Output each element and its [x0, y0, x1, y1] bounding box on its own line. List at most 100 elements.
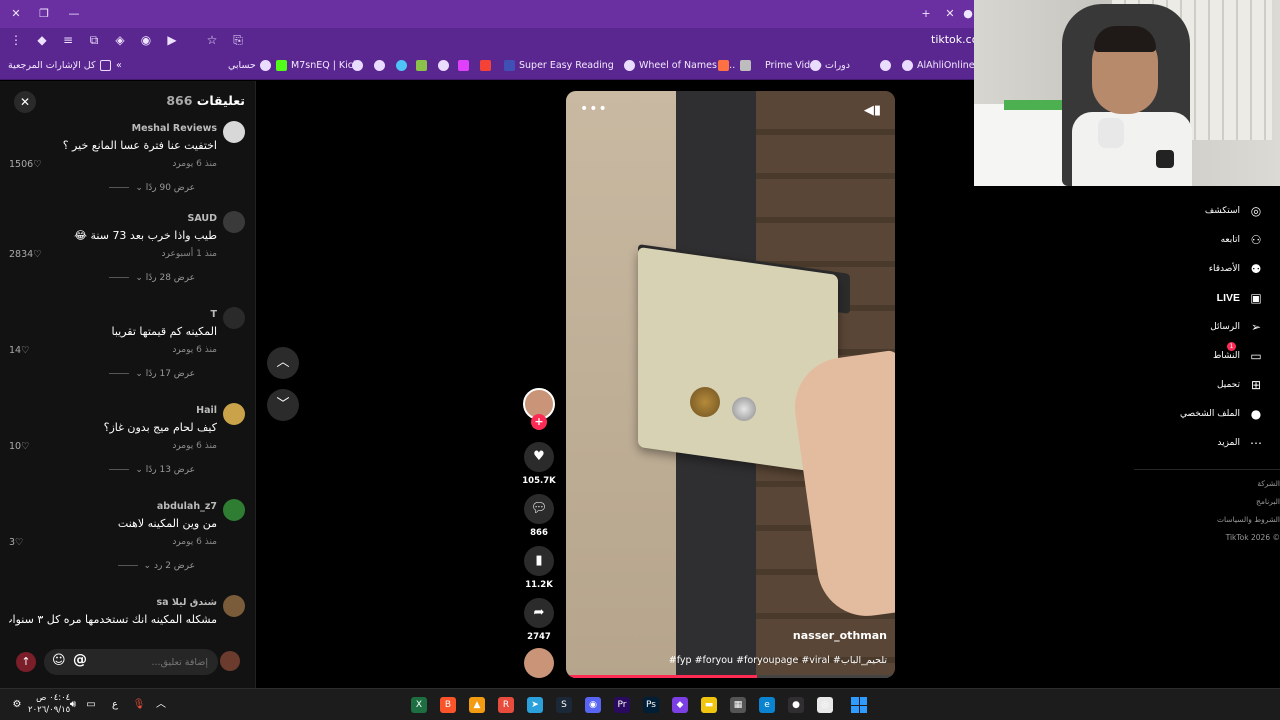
- sidebar-item[interactable]: ▭ النشاط 1: [1213, 342, 1264, 367]
- extension-icon[interactable]: ◈: [112, 32, 128, 48]
- reply-button[interactable]: رد: [172, 537, 181, 547]
- bookmark-icon-only[interactable]: [416, 60, 427, 71]
- video-username[interactable]: nasser_othman: [793, 629, 887, 642]
- comment-like-button[interactable]: 10♡: [9, 441, 30, 452]
- bookmark-star-icon[interactable]: ☆: [204, 32, 220, 48]
- comment-avatar[interactable]: [223, 403, 245, 425]
- photoshop-icon[interactable]: Ps: [643, 697, 659, 713]
- reply-button[interactable]: رد: [172, 159, 181, 169]
- bookmark-icon-only[interactable]: [718, 60, 729, 71]
- comment-like-button[interactable]: 14♡: [9, 345, 30, 356]
- excel-icon[interactable]: X: [411, 697, 427, 713]
- comment-author[interactable]: Hail: [196, 405, 217, 416]
- bookmark-icon-only[interactable]: [458, 60, 469, 71]
- comment-author[interactable]: SAUD: [187, 213, 217, 224]
- comment-author[interactable]: شندق ليلا sa: [156, 597, 217, 608]
- volume-tray-icon[interactable]: 🔊︎: [66, 698, 80, 712]
- input-language[interactable]: ع: [108, 698, 122, 712]
- previous-video-button[interactable]: ︿: [267, 347, 299, 379]
- network-tray-icon[interactable]: ▭: [84, 698, 98, 712]
- comment-author[interactable]: abdulah_z7: [157, 501, 217, 512]
- music-disc-avatar[interactable]: [524, 648, 554, 678]
- footer-link[interactable]: الشركة: [1257, 479, 1280, 488]
- view-replies-button[interactable]: عرض 28 ردًا ⌄: [109, 273, 195, 283]
- sidebar-item[interactable]: ⚉ الأصدقاء: [1209, 258, 1264, 280]
- emoji-icon[interactable]: ☺: [52, 653, 66, 668]
- tray-overflow-icon[interactable]: ︿: [154, 698, 168, 712]
- comment-author[interactable]: Meshal Reviews: [132, 123, 217, 134]
- close-comments-button[interactable]: ✕: [14, 91, 36, 113]
- microphone-tray-icon[interactable]: 🎙︎: [132, 698, 146, 712]
- comment-input[interactable]: [44, 649, 218, 675]
- view-replies-button[interactable]: عرض 2 رد ⌄: [118, 561, 195, 571]
- bookmark-icon-only[interactable]: [352, 60, 363, 71]
- follow-plus-icon[interactable]: +: [531, 414, 547, 430]
- send-comment-button[interactable]: ↑: [16, 652, 36, 672]
- store-icon[interactable]: ▦: [730, 697, 746, 713]
- sidebar-item[interactable]: ● الملف الشخصي: [1180, 403, 1264, 425]
- comment-avatar[interactable]: [223, 499, 245, 521]
- telegram-icon[interactable]: ➤: [527, 697, 543, 713]
- premiere-icon[interactable]: Pr: [614, 697, 630, 713]
- settings-gear-icon[interactable]: ⚙: [10, 698, 24, 712]
- sidebar-item[interactable]: ⋯ المزيد: [1217, 432, 1264, 454]
- bookmark-item[interactable]: دورات: [810, 60, 850, 71]
- comment-like-button[interactable]: 3♡: [9, 537, 24, 548]
- view-replies-button[interactable]: عرض 17 ردًا ⌄: [109, 369, 195, 379]
- obs-icon[interactable]: ●: [788, 697, 804, 713]
- extension-icon[interactable]: ▶: [164, 32, 180, 48]
- bookmark-item[interactable]: حسابي: [228, 60, 271, 71]
- sidebar-item[interactable]: ➢ الرسائل: [1210, 316, 1264, 338]
- next-video-button[interactable]: ﹀: [267, 389, 299, 421]
- new-tab-icon[interactable]: +: [918, 6, 934, 22]
- vlc-icon[interactable]: ▲: [469, 697, 485, 713]
- comment-avatar[interactable]: [223, 307, 245, 329]
- like-button[interactable]: ♥ 105.7K: [522, 442, 556, 486]
- comment-avatar[interactable]: [223, 211, 245, 233]
- sidebar-item[interactable]: ▣ LIVE: [1217, 287, 1264, 309]
- share-button[interactable]: ➦ 2747: [522, 598, 556, 642]
- bookmark-item[interactable]: AlAhliOnline: [902, 60, 975, 71]
- app-purple-icon[interactable]: ◆: [672, 697, 688, 713]
- close-window-icon[interactable]: ✕: [8, 6, 24, 22]
- bookmark-icon-only[interactable]: [396, 60, 407, 71]
- app-red-icon[interactable]: R: [498, 697, 514, 713]
- comment-like-button[interactable]: 1506♡: [9, 159, 42, 170]
- sidebar-item[interactable]: ◎ استكشف: [1205, 200, 1264, 222]
- bookmarks-overflow-icon[interactable]: «: [116, 60, 122, 71]
- menu-dots-icon[interactable]: ⋮: [8, 32, 24, 48]
- footer-link[interactable]: الشروط والسياسات: [1217, 515, 1280, 524]
- bookmark-all[interactable]: كل الإشارات المرجعية: [8, 60, 111, 71]
- chrome-icon[interactable]: ◎: [817, 697, 833, 713]
- restore-window-icon[interactable]: ❐: [36, 6, 52, 22]
- bookmark-item[interactable]: M7snEQ | Kick: [276, 60, 359, 71]
- bookmark-item[interactable]: Super Easy Reading: [504, 60, 614, 71]
- bookmark-icon-only[interactable]: [880, 60, 891, 71]
- minimize-window-icon[interactable]: —: [66, 6, 82, 22]
- sidebar-item[interactable]: ⚇ اتابعه: [1221, 229, 1264, 251]
- extension-icon[interactable]: ◆: [34, 32, 50, 48]
- video-player[interactable]: ••• ◀▮ nasser_othman #fyp #foryou #foryo…: [566, 91, 895, 678]
- footer-link[interactable]: © 2026 TikTok: [1226, 533, 1280, 542]
- tray-clock[interactable]: ٠٤:٠٤ ص ٢٠٢٦/٠٩/١٥: [28, 692, 70, 716]
- mention-icon[interactable]: @: [73, 652, 87, 668]
- sidebar-item[interactable]: ⊞ تحميل: [1217, 374, 1264, 396]
- view-replies-button[interactable]: عرض 13 ردًا ⌄: [109, 465, 195, 475]
- comment-avatar[interactable]: [223, 121, 245, 143]
- close-tab-icon[interactable]: ✕: [942, 6, 958, 22]
- save-button[interactable]: ▮ 11.2K: [522, 546, 556, 590]
- discord-icon[interactable]: ◉: [585, 697, 601, 713]
- bookmark-icon-only[interactable]: [480, 60, 491, 71]
- reply-button[interactable]: رد: [162, 249, 171, 259]
- bookmark-icon-only[interactable]: [374, 60, 385, 71]
- files-icon[interactable]: ▬: [701, 697, 717, 713]
- volume-icon[interactable]: ◀▮: [864, 103, 881, 118]
- video-progress-bar[interactable]: [566, 675, 895, 678]
- extension-icon[interactable]: ⧉: [86, 32, 102, 48]
- reply-button[interactable]: رد: [172, 441, 181, 451]
- view-replies-button[interactable]: عرض 90 ردًا ⌄: [109, 183, 195, 193]
- brave-icon[interactable]: B: [440, 697, 456, 713]
- bookmark-icon-only[interactable]: [438, 60, 449, 71]
- comment-avatar[interactable]: [223, 595, 245, 617]
- windows-icon[interactable]: [851, 697, 867, 713]
